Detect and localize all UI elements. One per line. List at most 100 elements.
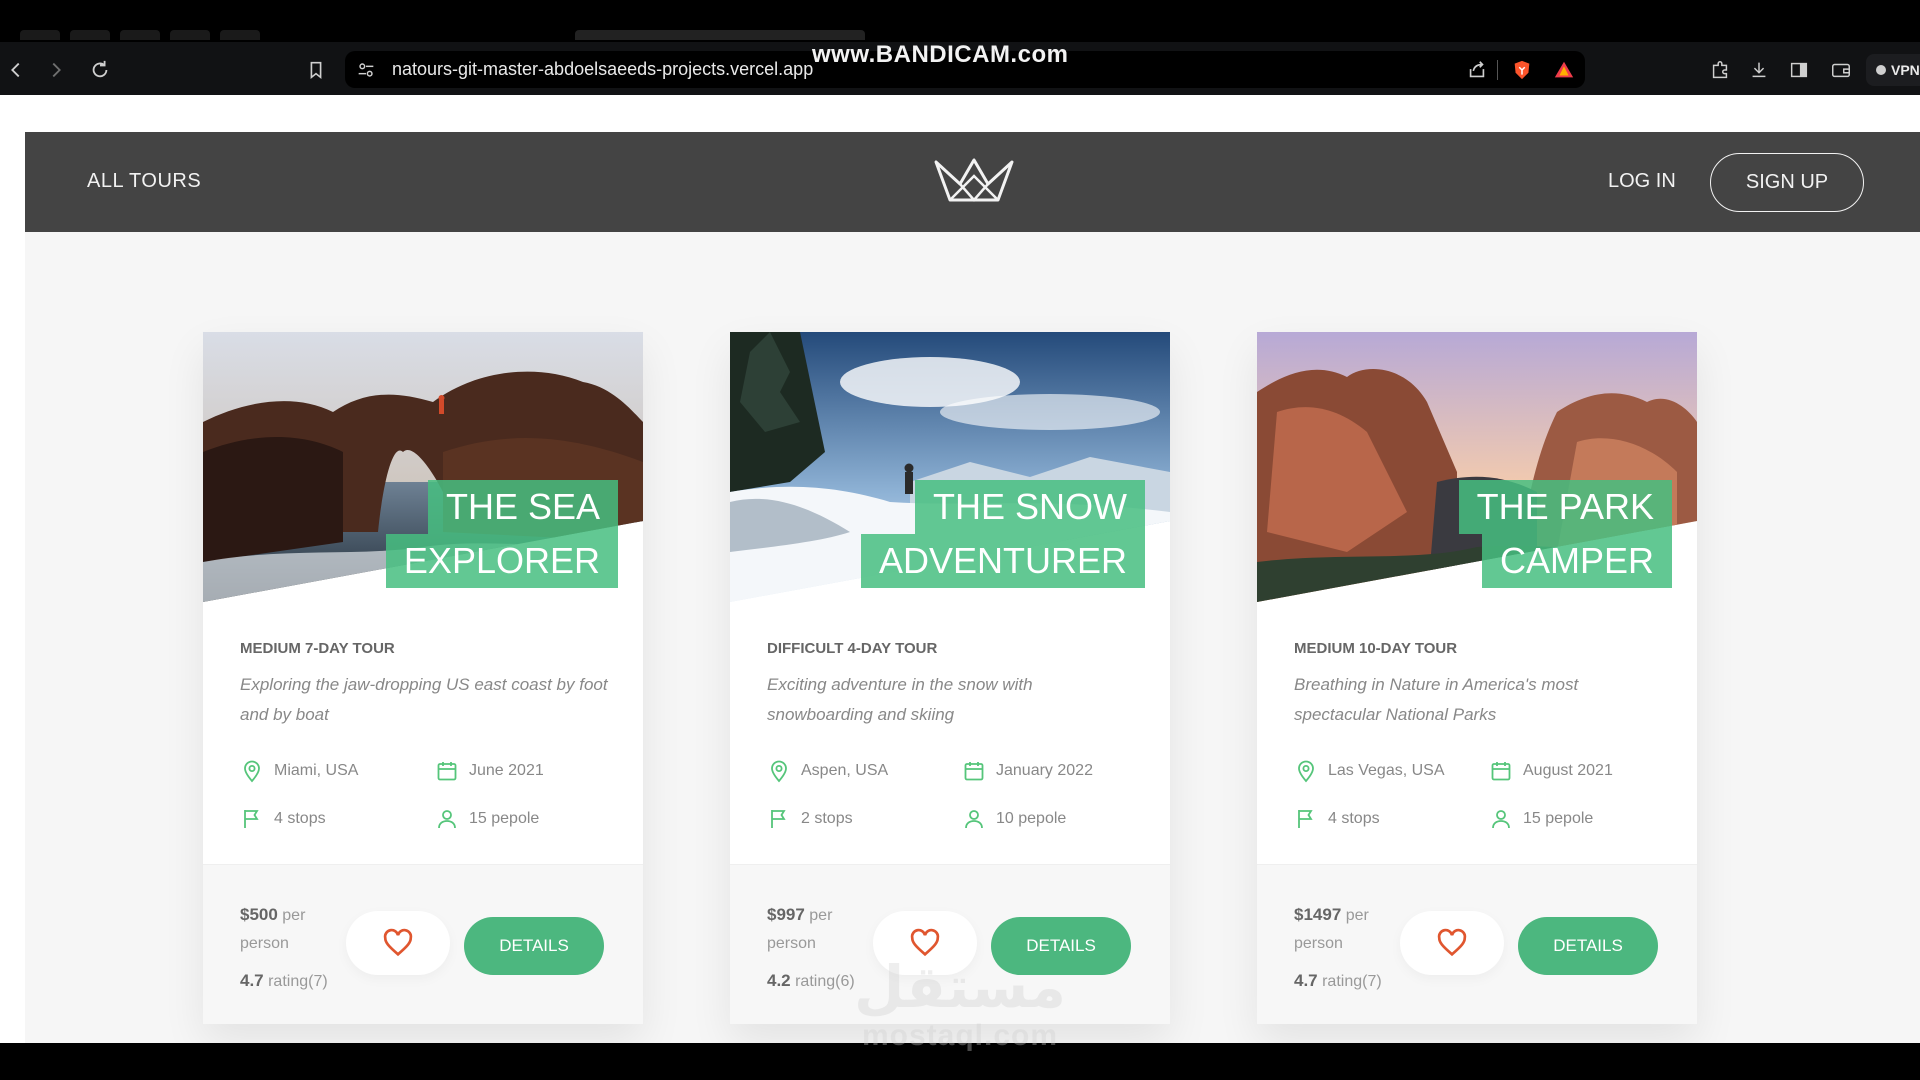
reload-button[interactable] [86,56,114,84]
tab[interactable] [170,30,210,40]
heart-icon [1437,928,1467,957]
recorder-watermark: www.BANDICAM.com [812,41,1069,68]
tour-rating-value: 4.7 [240,971,264,990]
tour-stops-text: 4 stops [1328,810,1380,827]
tour-card-footer: $500 per person 4.7 rating(7) Details [203,864,643,1024]
brave-rewards-button[interactable] [1550,56,1578,84]
tab[interactable] [20,30,60,40]
tour-location: Las Vegas, USA [1294,759,1445,783]
brave-shield-icon [1514,60,1530,80]
tour-location: Aspen, USA [767,759,888,783]
user-icon [438,810,456,829]
back-button[interactable] [2,56,30,84]
tour-difficulty: Medium 10-day tour [1294,640,1458,657]
tour-date-text: June 2021 [469,762,544,779]
browser-tab-strip [0,0,1920,42]
details-button[interactable]: Details [464,917,604,975]
map-pin-icon [1298,760,1314,783]
tour-title-line: The Snow [915,480,1145,534]
vpn-label: VPN [1891,62,1920,78]
tour-group-size: 15 pepole [1489,807,1593,831]
site-header: All tours Log in Sign up [25,132,1920,232]
crown-logo-icon[interactable] [932,154,1016,206]
tour-stops: 4 stops [1294,807,1380,831]
vpn-button[interactable]: VPN [1866,54,1920,86]
tour-stops-text: 2 stops [801,810,853,827]
tour-title: The Snow Adventurer [860,480,1145,588]
tab[interactable] [120,30,160,40]
favorite-button[interactable] [873,911,977,975]
calendar-icon [964,762,984,781]
signup-button[interactable]: Sign up [1710,153,1864,212]
tour-rating: 4.2 rating(6) [767,971,855,991]
tour-title: The Sea Explorer [385,480,618,588]
tour-group-size: 15 pepole [435,807,539,831]
tour-location-text: Aspen, USA [801,762,889,779]
tour-price: $500 per person [240,901,350,958]
login-link[interactable]: Log in [1608,170,1676,193]
tour-rating-label: rating(7) [1322,973,1382,990]
download-button[interactable] [1745,56,1773,84]
tour-description: Breathing in Nature in America's most sp… [1294,675,1579,724]
calendar-icon [1491,762,1511,781]
site-settings-button[interactable] [352,56,380,84]
tab[interactable] [220,30,260,40]
extensions-icon [1712,61,1728,79]
tour-rating-value: 4.2 [767,971,791,990]
sidebar-button[interactable] [1785,56,1813,84]
tour-rating-label: rating(7) [268,973,328,990]
favorite-button[interactable] [1400,911,1504,975]
brave-shield-button[interactable] [1508,56,1536,84]
tour-rating: 4.7 rating(7) [1294,971,1382,991]
tour-card-footer: $1497 per person 4.7 rating(7) Details [1257,864,1697,1024]
map-pin-icon [771,760,787,783]
forward-button[interactable] [42,56,70,84]
tour-group-size: 10 pepole [962,807,1066,831]
url-text[interactable]: natours-git-master-abdoelsaeeds-projects… [392,58,813,80]
tour-price: $1497 per person [1294,901,1404,958]
user-icon [1492,810,1510,829]
favorite-button[interactable] [346,911,450,975]
tour-stops: 2 stops [767,807,853,831]
tour-rating-value: 4.7 [1294,971,1318,990]
extensions-button[interactable] [1706,56,1734,84]
user-icon [965,810,983,829]
tour-title-line: Explorer [385,534,618,588]
tour-price: $997 per person [767,901,877,958]
tour-date: June 2021 [435,759,544,783]
bookmark-button[interactable] [302,56,330,84]
active-tab[interactable] [575,30,865,40]
download-icon [1752,62,1766,78]
tour-stops: 4 stops [240,807,326,831]
tour-card-snow-adventurer: The Snow Adventurer Difficult 4-day tour… [730,332,1170,1024]
share-icon [1469,61,1485,78]
tour-title: The Park Camper [1458,480,1672,588]
sidebar-icon [1790,62,1808,78]
calendar-icon [437,762,457,781]
nav-all-tours-link[interactable]: All tours [87,170,201,193]
tab[interactable] [70,30,110,40]
tour-rating-label: rating(6) [795,973,855,990]
tour-rating: 4.7 rating(7) [240,971,328,991]
flag-icon [1298,810,1313,828]
tour-price-value: $1497 [1294,905,1342,924]
share-button[interactable] [1463,56,1491,84]
wallet-button[interactable] [1827,56,1855,84]
heart-icon [383,928,413,957]
tour-date: August 2021 [1489,759,1613,783]
tour-card-sea-explorer: The Sea Explorer Medium 7-day tour Explo… [203,332,643,1024]
tour-difficulty: Difficult 4-day tour [767,640,938,657]
tour-group-size-text: 15 pepole [1523,810,1594,827]
heart-icon [910,928,940,957]
tour-location: Miami, USA [240,759,358,783]
wallet-icon [1832,63,1850,78]
screen: natours-git-master-abdoelsaeeds-projects… [0,0,1920,1080]
details-button[interactable]: Details [991,917,1131,975]
tour-title-line: Camper [1481,534,1672,588]
tour-title-line: Adventurer [860,534,1145,588]
tour-group-size-text: 15 pepole [469,810,540,827]
screen-bottom-bar [0,1043,1920,1080]
web-page: All tours Log in Sign up [0,95,1920,1043]
details-button[interactable]: Details [1518,917,1658,975]
tour-price-value: $500 [240,905,278,924]
